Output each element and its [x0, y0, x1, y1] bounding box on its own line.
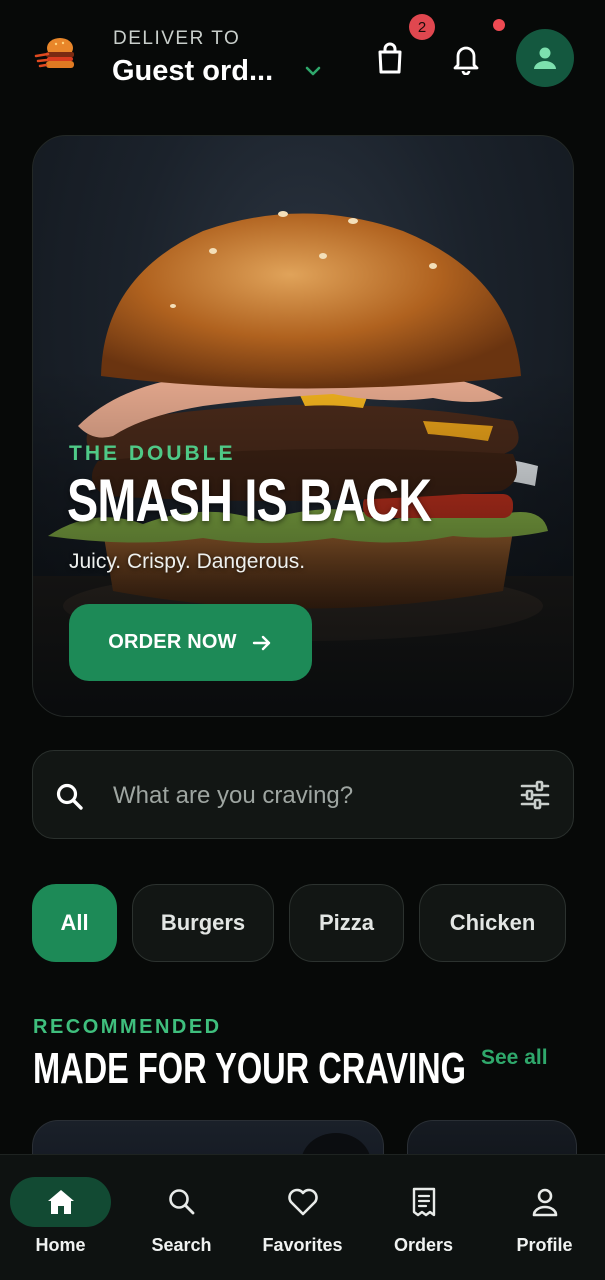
search-icon [56, 783, 83, 810]
user-icon [534, 47, 556, 69]
bell-icon [453, 46, 479, 75]
nav-item-search[interactable]: Search [121, 1155, 242, 1280]
delivery-address-selector[interactable]: Guest ord... [112, 55, 273, 88]
nav-item-home[interactable]: Home [0, 1155, 121, 1280]
hero-eyebrow: THE DOUBLE [69, 442, 236, 465]
nav-item-orders[interactable]: Orders [363, 1155, 484, 1280]
receipt-icon [412, 1187, 435, 1217]
category-chip-chicken[interactable]: Chicken [419, 884, 566, 962]
category-chip-burgers[interactable]: Burgers [132, 884, 274, 962]
avatar-button[interactable] [516, 29, 574, 87]
home-icon [47, 1190, 74, 1214]
app-header: DELIVER TO Guest ord... 2 [0, 0, 605, 110]
chevron-down-icon[interactable] [302, 60, 324, 82]
cart-count-badge: 2 [409, 14, 435, 40]
notification-dot [493, 19, 505, 31]
order-now-label: ORDER NOW [108, 631, 237, 653]
cart-button[interactable] [370, 38, 410, 78]
hero-title: SMASH IS BACK [67, 467, 432, 534]
search-icon [168, 1189, 194, 1215]
nav-label: Orders [393, 1235, 454, 1255]
hero-banner[interactable]: THE DOUBLE SMASH IS BACK Juicy. Crispy. … [32, 135, 574, 717]
notifications-button[interactable] [446, 38, 486, 78]
arrow-right-icon [252, 635, 270, 650]
nav-item-favorites[interactable]: Favorites [242, 1155, 363, 1280]
nav-label: Profile [516, 1235, 573, 1255]
nav-item-profile[interactable]: Profile [484, 1155, 605, 1280]
user-icon [532, 1188, 557, 1217]
hero-subtitle: Juicy. Crispy. Dangerous. [69, 550, 306, 573]
burger-logo-icon [34, 38, 74, 68]
section-title: MADE FOR YOUR CRAVING [33, 1044, 466, 1093]
category-chip-all[interactable]: All [32, 884, 117, 962]
bottom-navigation: Home Search Favorites Orders Profile [0, 1154, 605, 1280]
section-eyebrow: RECOMMENDED [33, 1016, 222, 1038]
nav-label: Search [151, 1235, 212, 1255]
deliver-to-label: DELIVER TO [113, 28, 241, 49]
nav-label: Home [35, 1235, 86, 1255]
search-bar[interactable] [32, 750, 574, 839]
sliders-icon[interactable] [519, 780, 551, 810]
category-chip-pizza[interactable]: Pizza [289, 884, 404, 962]
nav-label: Favorites [262, 1235, 343, 1255]
heart-icon [287, 1188, 318, 1216]
order-now-button[interactable]: ORDER NOW [69, 604, 312, 681]
see-all-link[interactable]: See all [481, 1046, 548, 1070]
shopping-bag-icon [378, 42, 402, 74]
search-input[interactable] [113, 779, 493, 813]
